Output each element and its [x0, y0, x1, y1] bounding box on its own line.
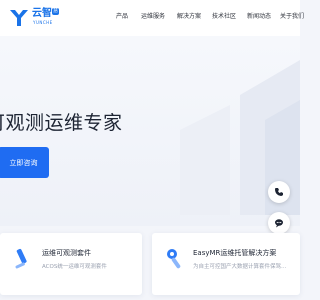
site-header: 云智 慧 YUNCHE 产品 运维服务 解决方案 技术社区 新闻动态 关于我们: [0, 0, 304, 36]
product-card-observability[interactable]: 运维可观测套件 ACOS统一运维可观测套件: [0, 233, 142, 295]
brand-badge: 慧: [52, 8, 60, 15]
chat-button[interactable]: [268, 212, 290, 234]
phone-icon: [275, 188, 283, 196]
product-card-easymr[interactable]: EasyMR运维托管解决方案 为自主可控国产大数据计算套件保驾…: [152, 233, 300, 295]
nav-item-community[interactable]: 技术社区: [212, 13, 236, 21]
nav-item-about[interactable]: 关于我们: [280, 13, 304, 21]
chat-icon: [275, 219, 283, 228]
card-title: 运维可观测套件: [42, 249, 91, 257]
hero-title: 可观测运维专家: [0, 112, 123, 134]
brand-subtitle: YUNCHE: [33, 20, 53, 25]
nav-item-ops-service[interactable]: 运维服务: [141, 13, 165, 21]
nav-item-solutions[interactable]: 解决方案: [177, 13, 201, 21]
card-desc: 为自主可控国产大数据计算套件保驾…: [193, 264, 287, 270]
consult-button[interactable]: 立即咨询: [0, 147, 49, 178]
brand-name: 云智: [32, 8, 52, 19]
nav-item-products[interactable]: 产品: [116, 13, 128, 21]
brand-logo-icon[interactable]: [8, 8, 30, 28]
nav-item-news[interactable]: 新闻动态: [247, 13, 271, 21]
pen-icon: [15, 248, 27, 269]
phone-button[interactable]: [268, 181, 290, 203]
tool-icon: [167, 249, 181, 269]
card-desc: ACOS统一运维可观测套件: [42, 264, 107, 270]
card-title: EasyMR运维托管解决方案: [193, 249, 277, 257]
